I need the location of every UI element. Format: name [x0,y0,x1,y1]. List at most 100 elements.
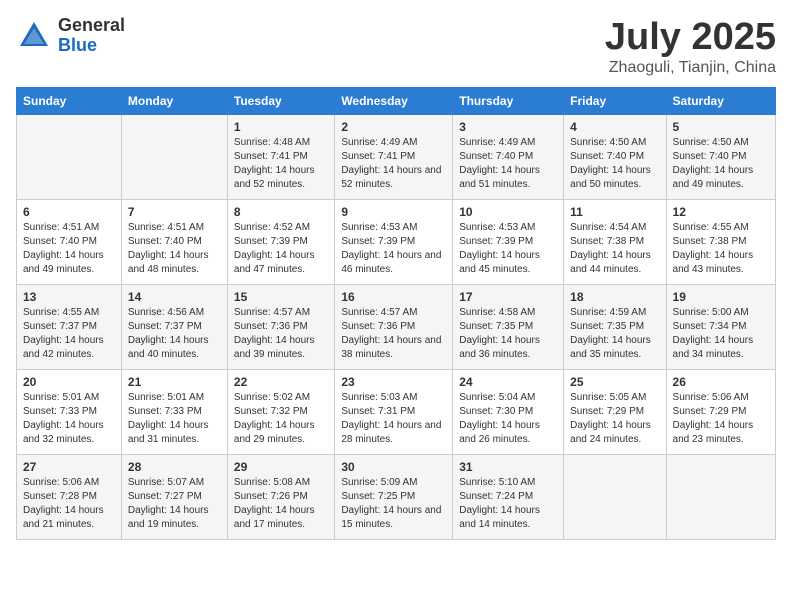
day-info-line: Sunset: 7:41 PM [234,151,308,162]
day-info: Sunrise: 4:56 AMSunset: 7:37 PMDaylight:… [128,306,221,362]
day-number: 8 [234,205,328,219]
logo-text: General Blue [58,16,125,56]
calendar-cell: 7Sunrise: 4:51 AMSunset: 7:40 PMDaylight… [121,200,227,285]
weekday-header-row: SundayMondayTuesdayWednesdayThursdayFrid… [17,88,776,115]
day-info-line: Daylight: 14 hours and 21 minutes. [23,505,104,530]
day-info: Sunrise: 5:06 AMSunset: 7:28 PMDaylight:… [23,476,115,532]
day-info-line: Daylight: 14 hours and 49 minutes. [23,250,104,275]
day-info-line: Sunset: 7:33 PM [23,406,97,417]
day-number: 1 [234,120,328,134]
page-header: General Blue July 2025 Zhaoguli, Tianjin… [16,16,776,77]
day-info-line: Daylight: 14 hours and 38 minutes. [341,335,441,360]
weekday-header-monday: Monday [121,88,227,115]
day-info-line: Daylight: 14 hours and 49 minutes. [673,165,754,190]
day-number: 18 [570,290,659,304]
day-number: 12 [673,205,769,219]
day-info-line: Daylight: 14 hours and 43 minutes. [673,250,754,275]
calendar-cell: 28Sunrise: 5:07 AMSunset: 7:27 PMDayligh… [121,455,227,540]
day-info-line: Sunset: 7:38 PM [673,236,747,247]
day-info-line: Sunset: 7:40 PM [570,151,644,162]
calendar-cell [121,115,227,200]
day-info-line: Sunrise: 5:10 AM [459,477,535,488]
day-info-line: Sunrise: 4:54 AM [570,222,646,233]
day-info: Sunrise: 5:08 AMSunset: 7:26 PMDaylight:… [234,476,328,532]
day-info-line: Daylight: 14 hours and 23 minutes. [673,420,754,445]
day-number: 6 [23,205,115,219]
day-info: Sunrise: 4:50 AMSunset: 7:40 PMDaylight:… [673,136,769,192]
calendar-cell: 10 Sunrise: 4:53 AM Sunset: 7:39 PM Dayligh… [453,200,564,285]
day-info: Sunrise: 5:00 AMSunset: 7:34 PMDaylight:… [673,306,769,362]
day-info-line: Sunrise: 4:50 AM [570,137,646,148]
day-info-line: Sunrise: 5:03 AM [341,392,417,403]
day-number: 10 [459,205,557,219]
day-info-line: Sunset: 7:27 PM [128,491,202,502]
day-info-line: Daylight: 14 hours and 45 minutes. [459,250,540,275]
day-info-line: Sunset: 7:37 PM [23,321,97,332]
calendar-cell: 12 Sunrise: 4:55 AMSunset: 7:38 PMDayligh… [666,200,775,285]
day-info-line: Sunset: 7:24 PM [459,491,533,502]
day-info: Sunrise: 5:07 AMSunset: 7:27 PMDaylight:… [128,476,221,532]
day-info-line: Sunset: 7:30 PM [459,406,533,417]
calendar-cell: 30Sunrise: 5:09 AMSunset: 7:25 PMDayligh… [335,455,453,540]
day-info-line: Daylight: 14 hours and 40 minutes. [128,335,209,360]
day-number: 23 [341,375,446,389]
calendar-week-row: 1 Sunrise: 4:48 AM Sunset: 7:41 PM Daylight… [17,115,776,200]
day-info-line: Sunrise: 4:49 AM [341,137,417,148]
day-info: Sunrise: 5:01 AMSunset: 7:33 PMDaylight:… [23,391,115,447]
day-info-line: Sunset: 7:40 PM [459,151,533,162]
day-info-line: Sunrise: 5:01 AM [128,392,204,403]
day-number: 21 [128,375,221,389]
calendar-week-row: 6 Sunrise: 4:51 AM Sunset: 7:40 PM Daylight… [17,200,776,285]
day-info-line: Sunset: 7:41 PM [341,151,415,162]
day-info: Sunrise: 4:57 AMSunset: 7:36 PMDaylight:… [341,306,446,362]
calendar-cell [564,455,666,540]
day-number: 31 [459,460,557,474]
day-number: 13 [23,290,115,304]
day-info-line: Sunrise: 4:53 AM [459,222,535,233]
day-info-line: Sunrise: 4:48 AM [234,137,310,148]
day-number: 30 [341,460,446,474]
day-info-line: Daylight: 14 hours and 17 minutes. [234,505,315,530]
day-info-line: Sunrise: 4:56 AM [128,307,204,318]
day-info-line: Daylight: 14 hours and 14 minutes. [459,505,540,530]
day-info-line: Sunset: 7:31 PM [341,406,415,417]
day-info-line: Daylight: 14 hours and 29 minutes. [234,420,315,445]
calendar-cell [17,115,122,200]
day-number: 14 [128,290,221,304]
day-info: Sunrise: 4:52 AMSunset: 7:39 PMDaylight:… [234,221,328,277]
day-info-line: Daylight: 14 hours and 42 minutes. [23,335,104,360]
day-info: Sunrise: 4:49 AMSunset: 7:41 PMDaylight:… [341,136,446,192]
day-info-line: Daylight: 14 hours and 28 minutes. [341,420,441,445]
day-info: Sunrise: 5:01 AMSunset: 7:33 PMDaylight:… [128,391,221,447]
day-info: Sunrise: 4:55 AMSunset: 7:38 PMDaylight:… [673,221,769,277]
day-number: 16 [341,290,446,304]
calendar-cell: 1Sunrise: 4:48 AMSunset: 7:41 PMDaylight… [227,115,334,200]
calendar-cell: 25Sunrise: 5:05 AMSunset: 7:29 PMDayligh… [564,370,666,455]
day-info: Sunrise: 4:53 AMSunset: 7:39 PMDaylight:… [341,221,446,277]
calendar-cell: 27Sunrise: 5:06 AMSunset: 7:28 PMDayligh… [17,455,122,540]
calendar-cell: 26Sunrise: 5:06 AMSunset: 7:29 PMDayligh… [666,370,775,455]
calendar-header: SundayMondayTuesdayWednesdayThursdayFrid… [17,88,776,115]
calendar-cell: 16 Sunrise: 4:57 AMSunset: 7:36 PMDayligh… [335,285,453,370]
day-number: 4 [570,120,659,134]
day-info-line: Sunrise: 5:06 AM [23,477,99,488]
day-number: 19 [673,290,769,304]
day-info-line: Sunset: 7:38 PM [570,236,644,247]
calendar-cell: 14 Sunrise: 4:56 AMSunset: 7:37 PMDayligh… [121,285,227,370]
day-info-line: Sunset: 7:39 PM [459,236,533,247]
day-info-line: Sunrise: 5:01 AM [23,392,99,403]
day-number: 25 [570,375,659,389]
day-info: Sunrise: 4:58 AMSunset: 7:35 PMDaylight:… [459,306,557,362]
day-info: Sunrise: 4:55 AMSunset: 7:37 PMDaylight:… [23,306,115,362]
logo: General Blue [16,16,125,56]
calendar-cell: 2Sunrise: 4:49 AMSunset: 7:41 PMDaylight… [335,115,453,200]
day-number: 24 [459,375,557,389]
day-info: Sunrise: 5:06 AMSunset: 7:29 PMDaylight:… [673,391,769,447]
calendar-cell: 6Sunrise: 4:51 AMSunset: 7:40 PMDaylight… [17,200,122,285]
day-info-line: Sunrise: 4:51 AM [128,222,204,233]
day-number: 9 [341,205,446,219]
day-number: 29 [234,460,328,474]
day-info-line: Sunset: 7:40 PM [23,236,97,247]
day-info-line: Daylight: 14 hours and 24 minutes. [570,420,651,445]
day-info: Sunrise: 4:49 AMSunset: 7:40 PMDaylight:… [459,136,557,192]
